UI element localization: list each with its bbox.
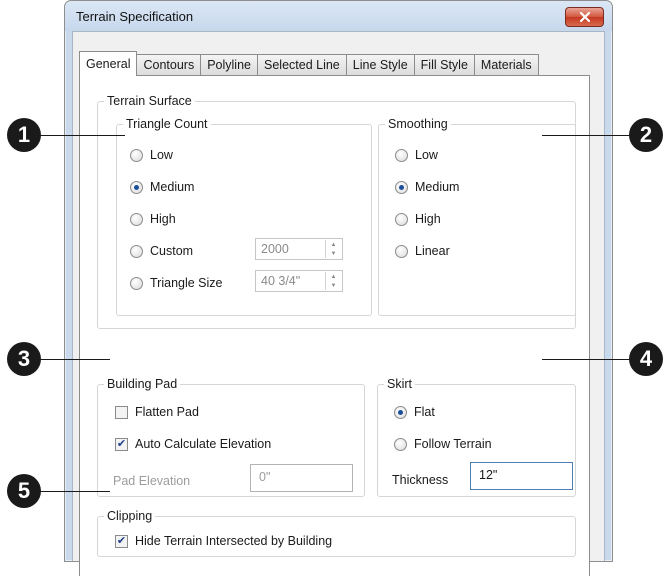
- thickness-value: 12": [479, 468, 498, 482]
- window-title: Terrain Specification: [76, 9, 194, 24]
- tab-contours[interactable]: Contours: [136, 54, 202, 75]
- arrow-down-icon[interactable]: ▼: [326, 249, 341, 258]
- radio-label: Linear: [415, 244, 450, 258]
- checkbox-label: Flatten Pad: [135, 405, 199, 419]
- radio-indicator: [394, 437, 407, 451]
- smoothing-low-radio[interactable]: Low: [395, 148, 438, 162]
- radio-label: Medium: [150, 180, 195, 194]
- callout-4-badge: 4: [629, 342, 663, 376]
- radio-indicator: [130, 276, 143, 290]
- radio-indicator: [395, 180, 408, 194]
- terrain-surface-label: Terrain Surface: [104, 94, 195, 108]
- pad-elevation-value: 0": [259, 470, 271, 484]
- skirt-follow-terrain-radio[interactable]: Follow Terrain: [394, 437, 492, 451]
- triangle-size-value: 40 3/4": [261, 274, 301, 288]
- custom-count-stepper[interactable]: 2000 ▲ ▼: [255, 238, 343, 260]
- building-pad-group: Building Pad Flatten Pad ✔ Auto Calculat…: [97, 377, 365, 497]
- callout-5-leader: [35, 491, 110, 492]
- radio-indicator: [395, 244, 408, 258]
- auto-calculate-elevation-checkbox[interactable]: ✔ Auto Calculate Elevation: [115, 437, 271, 451]
- dialog-client-area: General Contours Polyline Selected Line …: [72, 31, 605, 576]
- building-pad-label: Building Pad: [104, 377, 181, 391]
- tab-fill-style[interactable]: Fill Style: [413, 54, 475, 75]
- tab-strip: General Contours Polyline Selected Line …: [79, 51, 539, 76]
- arrow-down-icon[interactable]: ▼: [326, 281, 341, 290]
- radio-label: Custom: [150, 244, 194, 258]
- triangle-size-stepper[interactable]: 40 3/4" ▲ ▼: [255, 270, 343, 292]
- radio-indicator: [130, 180, 143, 194]
- pad-elevation-label: Pad Elevation: [113, 474, 191, 488]
- callout-1-leader: [35, 135, 125, 136]
- skirt-group: Skirt Flat Follow Terrain Thickness 12": [377, 377, 576, 497]
- general-tab-panel: Terrain Surface Triangle Count Low Mediu…: [79, 75, 590, 576]
- callout-4-leader: [542, 359, 642, 360]
- smoothing-high-radio[interactable]: High: [395, 212, 441, 226]
- triangle-count-high-radio[interactable]: High: [130, 212, 176, 226]
- radio-label: Low: [150, 148, 173, 162]
- callout-5-badge: 5: [7, 474, 41, 508]
- custom-count-value: 2000: [261, 242, 289, 256]
- callout-3-badge: 3: [7, 342, 41, 376]
- checkbox-box: [115, 405, 128, 419]
- terrain-surface-group: Terrain Surface Triangle Count Low Mediu…: [97, 94, 576, 329]
- radio-indicator: [394, 405, 407, 419]
- close-icon: [579, 12, 590, 22]
- callout-2-badge: 2: [629, 118, 663, 152]
- flatten-pad-checkbox[interactable]: Flatten Pad: [115, 405, 199, 419]
- radio-label: High: [150, 212, 176, 226]
- checkmark-icon: ✔: [115, 437, 128, 451]
- triangle-count-group: Triangle Count Low Medium High Custom 20…: [116, 117, 372, 316]
- stepper-arrows[interactable]: ▲ ▼: [325, 272, 341, 290]
- clipping-label: Clipping: [104, 509, 156, 523]
- close-button[interactable]: [565, 7, 604, 27]
- radio-indicator: [395, 212, 408, 226]
- tab-materials[interactable]: Materials: [473, 54, 539, 75]
- radio-label: Follow Terrain: [414, 437, 492, 451]
- callout-2-leader: [542, 135, 642, 136]
- radio-indicator: [130, 148, 143, 162]
- smoothing-medium-radio[interactable]: Medium: [395, 180, 459, 194]
- radio-label: Low: [415, 148, 438, 162]
- radio-label: Medium: [415, 180, 460, 194]
- clipping-group: Clipping ✔ Hide Terrain Intersected by B…: [97, 509, 576, 557]
- triangle-count-low-radio[interactable]: Low: [130, 148, 173, 162]
- arrow-up-icon[interactable]: ▲: [326, 240, 341, 249]
- callout-1-badge: 1: [7, 118, 41, 152]
- arrow-up-icon[interactable]: ▲: [326, 272, 341, 281]
- triangle-count-medium-radio[interactable]: Medium: [130, 180, 194, 194]
- skirt-flat-radio[interactable]: Flat: [394, 405, 435, 419]
- tab-selected-line[interactable]: Selected Line: [257, 54, 347, 75]
- callout-3-leader: [35, 359, 110, 360]
- smoothing-linear-radio[interactable]: Linear: [395, 244, 450, 258]
- skirt-label: Skirt: [384, 377, 415, 391]
- stepper-arrows[interactable]: ▲ ▼: [325, 240, 341, 258]
- triangle-size-radio[interactable]: Triangle Size: [130, 276, 223, 290]
- pad-elevation-input[interactable]: 0": [250, 464, 353, 492]
- smoothing-label: Smoothing: [385, 117, 451, 131]
- triangle-count-label: Triangle Count: [123, 117, 211, 131]
- radio-label: Flat: [414, 405, 435, 419]
- radio-indicator: [395, 148, 408, 162]
- triangle-count-custom-radio[interactable]: Custom: [130, 244, 193, 258]
- radio-label: Triangle Size: [150, 276, 223, 290]
- checkbox-label: Auto Calculate Elevation: [135, 437, 272, 451]
- tab-polyline[interactable]: Polyline: [200, 54, 258, 75]
- tab-general[interactable]: General: [79, 51, 138, 76]
- tab-line-style[interactable]: Line Style: [345, 54, 415, 75]
- radio-label: High: [415, 212, 441, 226]
- title-bar[interactable]: Terrain Specification: [65, 1, 612, 31]
- terrain-specification-dialog: Terrain Specification General Contours P…: [64, 0, 613, 576]
- radio-indicator: [130, 244, 143, 258]
- thickness-input[interactable]: 12": [470, 462, 573, 490]
- thickness-label: Thickness: [392, 473, 449, 487]
- radio-indicator: [130, 212, 143, 226]
- smoothing-group: Smoothing Low Medium High Linear: [378, 117, 576, 316]
